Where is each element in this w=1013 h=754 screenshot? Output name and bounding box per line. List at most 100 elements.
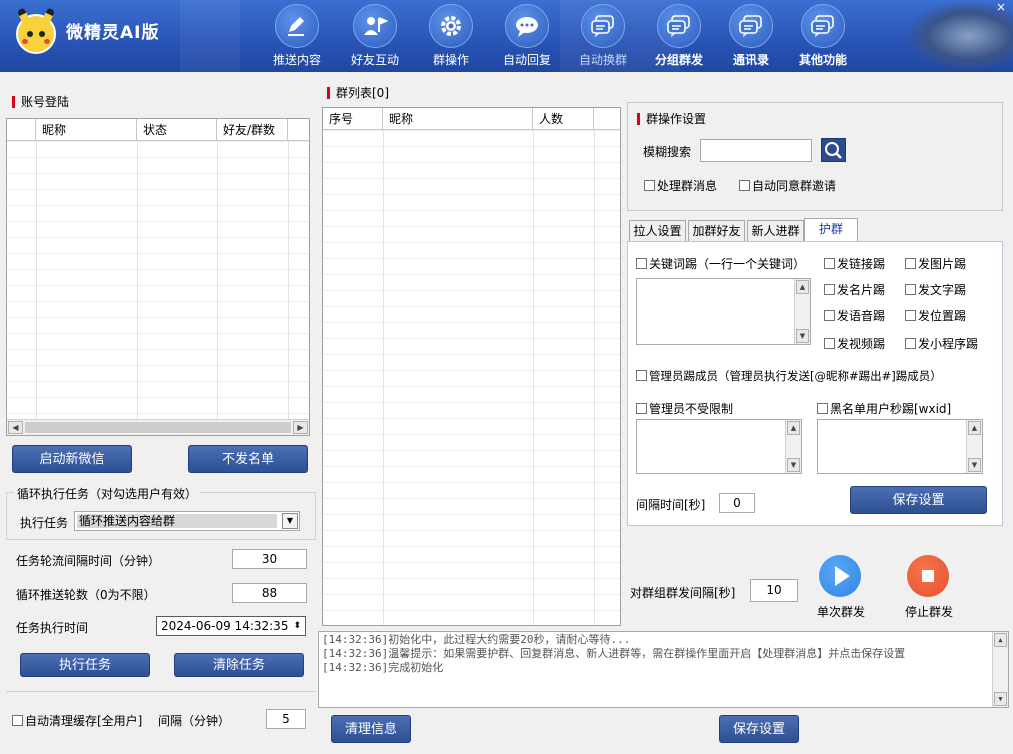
scroll-down-icon[interactable]: ▼ [787,458,800,472]
group-list-title-text: 群列表[0] [336,86,389,100]
admin-kick-checkbox[interactable]: 管理员踢成员（管理员执行发送[@昵称#踢出#]踢成员） [636,368,942,384]
keyword-kick-checkbox[interactable]: 关键词踢（一行一个关键词） [636,255,805,272]
process-group-msg-checkbox[interactable]: 处理群消息 [644,177,717,194]
kick-opt-checkbox[interactable]: 发名片踢 [824,281,885,298]
save-settings-button[interactable]: 保存设置 [719,715,799,743]
col-nickname[interactable]: 昵称 [36,119,137,140]
checkbox-box[interactable] [636,370,647,381]
scroll-up-icon[interactable]: ▲ [994,633,1007,647]
search-button[interactable] [821,138,846,162]
nav-group-ops[interactable]: 群操作 [416,4,486,70]
nav-contacts[interactable]: 通讯录 [716,4,786,70]
auto-accept-invite-checkbox[interactable]: 自动同意群邀请 [739,177,836,194]
tab-add-group-friends[interactable]: 加群好友 [688,220,745,242]
checkbox-box[interactable] [905,284,916,295]
col-status[interactable]: 状态 [137,119,217,140]
nav-auto-reply[interactable]: 自动回复 [492,4,562,70]
kick-opt-checkbox[interactable]: 发图片踢 [905,255,966,272]
checkbox-label: 发文字踢 [918,283,967,297]
checkbox-label: 发小程序踢 [918,337,979,351]
col-friend-group-count[interactable]: 好友/群数 [217,119,288,140]
nav-auto-switch-group[interactable]: 自动换群 [568,4,638,70]
kick-opt-checkbox[interactable]: 发视频踢 [824,335,885,352]
tab-new-member[interactable]: 新人进群 [747,220,804,242]
scroll-right-icon[interactable]: ▶ [293,421,308,434]
kick-opt-checkbox[interactable]: 发文字踢 [905,281,966,298]
checkbox-box[interactable] [905,258,916,269]
tab-guard-group[interactable]: 护群 [804,218,858,242]
scroll-up-icon[interactable]: ▲ [787,421,800,435]
checkbox-label: 发位置踢 [918,309,967,323]
scroll-down-icon[interactable]: ▼ [994,692,1007,706]
checkbox-box[interactable] [644,180,655,191]
single-send-button[interactable] [819,555,861,597]
checkbox-box[interactable] [824,338,835,349]
scroll-up-icon[interactable]: ▲ [968,421,981,435]
vertical-scrollbar[interactable]: ▲ ▼ [785,420,801,473]
vertical-scrollbar[interactable]: ▲ ▼ [794,279,810,344]
task-select[interactable]: 循环推送内容给群 ▼ [74,511,300,531]
nav-friend-interact[interactable]: 好友互动 [340,4,410,70]
exec-time-picker[interactable]: 2024-06-09 14:32:35 ⬍ [156,616,306,636]
close-icon[interactable]: × [995,1,1007,14]
scroll-down-icon[interactable]: ▼ [968,458,981,472]
keyword-textarea[interactable]: ▲ ▼ [636,278,811,345]
checkbox-box[interactable] [905,310,916,321]
nav-push-content[interactable]: 推送内容 [262,4,332,70]
cache-interval-input[interactable]: 5 [266,709,306,729]
scroll-left-icon[interactable]: ◀ [8,421,23,434]
checkbox-box[interactable] [905,338,916,349]
checkbox-label: 管理员不受限制 [649,402,734,416]
clear-info-button[interactable]: 清理信息 [331,715,411,743]
admin-no-limit-checkbox[interactable]: 管理员不受限制 [636,400,733,417]
checkbox-box[interactable] [12,715,23,726]
vertical-scrollbar[interactable]: ▲ ▼ [966,420,982,473]
checkbox-box[interactable] [636,403,647,414]
nav-label: 自动回复 [502,53,551,67]
guard-interval-input[interactable]: 0 [719,493,755,513]
horizontal-scrollbar[interactable]: ◀ ▶ [7,419,309,435]
checkbox-box[interactable] [739,180,750,191]
log-textarea[interactable]: [14:32:36]初始化中，此过程大约需要20秒，请耐心等待... [14:3… [318,631,1009,708]
auto-clear-cache-checkbox[interactable]: 自动清理缓存[全用户] [12,712,142,729]
scroll-down-icon[interactable]: ▼ [796,329,809,343]
kick-opt-checkbox[interactable]: 发小程序踢 [905,335,978,352]
blacklist-button[interactable]: 不发名单 [188,445,308,473]
checkbox-box[interactable] [817,403,828,414]
header-blank [7,119,36,140]
stop-send-button[interactable] [907,555,949,597]
nav-other[interactable]: 其他功能 [788,4,858,70]
interval-input[interactable]: 30 [232,549,307,569]
spin-updown-icon[interactable]: ⬍ [293,617,301,635]
col-member-count[interactable]: 人数 [533,108,594,129]
rounds-input[interactable]: 88 [232,583,307,603]
guard-save-button[interactable]: 保存设置 [850,486,987,514]
checkbox-box[interactable] [824,310,835,321]
checkbox-box[interactable] [824,258,835,269]
stop-send-label: 停止群发 [905,605,954,619]
blacklist-textarea[interactable]: ▲ ▼ [817,419,983,474]
admin-textarea[interactable]: ▲ ▼ [636,419,802,474]
checkbox-box[interactable] [824,284,835,295]
fuzzy-search-input[interactable] [700,139,812,162]
kick-opt-checkbox[interactable]: 发语音踢 [824,307,885,324]
red-marker [637,113,640,125]
start-new-wechat-button[interactable]: 启动新微信 [12,445,132,473]
chevron-down-icon[interactable]: ▼ [282,513,298,529]
col-nickname[interactable]: 昵称 [383,108,533,129]
col-index[interactable]: 序号 [323,108,383,129]
kick-opt-checkbox[interactable]: 发链接踢 [824,255,885,272]
vertical-scrollbar[interactable]: ▲ ▼ [992,632,1008,707]
send-interval-input[interactable]: 10 [750,579,798,602]
kick-opt-checkbox[interactable]: 发位置踢 [905,307,966,324]
blacklist-kick-checkbox[interactable]: 黑名单用户秒踢[wxid] [817,400,951,417]
tab-pull-settings[interactable]: 拉人设置 [629,220,686,242]
execute-task-button[interactable]: 执行任务 [20,653,150,677]
account-table[interactable]: 昵称 状态 好友/群数 ◀ ▶ [6,118,310,436]
group-table[interactable]: 序号 昵称 人数 [322,107,621,626]
nav-group-broadcast[interactable]: 分组群发 [644,4,714,70]
clear-task-button[interactable]: 清除任务 [174,653,304,677]
checkbox-box[interactable] [636,258,647,269]
scroll-thumb[interactable] [25,422,291,433]
scroll-up-icon[interactable]: ▲ [796,280,809,294]
